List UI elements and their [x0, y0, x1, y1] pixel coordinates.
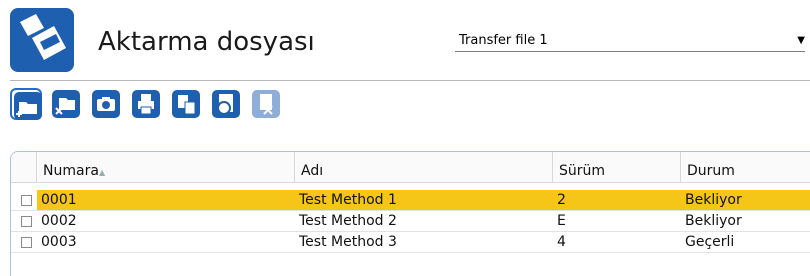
column-header-adi[interactable]: Adı — [295, 152, 553, 182]
new-folder-button[interactable] — [10, 88, 42, 120]
row-checkbox[interactable] — [21, 216, 32, 227]
cell-surum: 2 — [553, 190, 681, 210]
camera-button[interactable] — [90, 88, 122, 120]
transfer-file-select[interactable]: Transfer file 1 ▼ — [455, 30, 805, 52]
column-header-durum[interactable]: Durum — [681, 152, 810, 182]
table-row[interactable]: 0002 Test Method 2 E Bekliyor — [11, 211, 810, 232]
cell-surum: E — [557, 213, 566, 229]
refresh-icon — [212, 90, 240, 118]
cell-durum: Bekliyor — [685, 213, 742, 229]
cell-adi: Test Method 3 — [299, 234, 397, 250]
copy-button[interactable] — [170, 88, 202, 120]
print-icon — [132, 90, 160, 118]
copy-icon — [172, 90, 200, 118]
refresh-button[interactable] — [210, 88, 242, 120]
print-button[interactable] — [130, 88, 162, 120]
table-row[interactable]: 0003 Test Method 3 4 Geçerli — [11, 232, 810, 253]
cell-numara: 0001 — [37, 190, 295, 210]
sort-ascending-icon: ▲ — [99, 168, 106, 177]
cell-numara: 0002 — [41, 213, 77, 229]
delete-folder-icon — [52, 90, 80, 118]
cell-surum: 4 — [557, 234, 566, 250]
chevron-down-icon[interactable]: ▼ — [797, 30, 805, 52]
table-header: ▲ Numara Adı Sürüm Durum — [11, 152, 810, 183]
new-folder-icon — [14, 92, 42, 120]
cell-numara: 0003 — [41, 234, 77, 250]
cell-adi: Test Method 2 — [299, 213, 397, 229]
transfer-file-value: Transfer file 1 — [459, 33, 548, 48]
select-all-header[interactable] — [11, 152, 37, 182]
page-title: Aktarma dosyası — [98, 27, 315, 57]
delete-file-icon — [252, 90, 280, 118]
column-header-surum[interactable]: Sürüm — [553, 152, 681, 182]
cell-durum: Geçerli — [685, 234, 735, 250]
table-row[interactable]: 0001 Test Method 1 2 Bekliyor — [11, 190, 810, 211]
delete-folder-button[interactable] — [50, 88, 82, 120]
camera-icon — [92, 90, 120, 118]
cell-durum: Bekliyor — [681, 190, 810, 210]
column-header-numara[interactable]: ▲ Numara — [37, 152, 295, 182]
row-checkbox[interactable] — [21, 195, 32, 206]
header-divider — [10, 80, 810, 81]
delete-file-button[interactable] — [250, 88, 282, 120]
cell-adi: Test Method 1 — [295, 190, 553, 210]
methods-table: ▲ Numara Adı Sürüm Durum 0001 Test Metho… — [10, 151, 810, 276]
app-transfer-icon — [10, 8, 74, 72]
row-checkbox[interactable] — [21, 237, 32, 248]
